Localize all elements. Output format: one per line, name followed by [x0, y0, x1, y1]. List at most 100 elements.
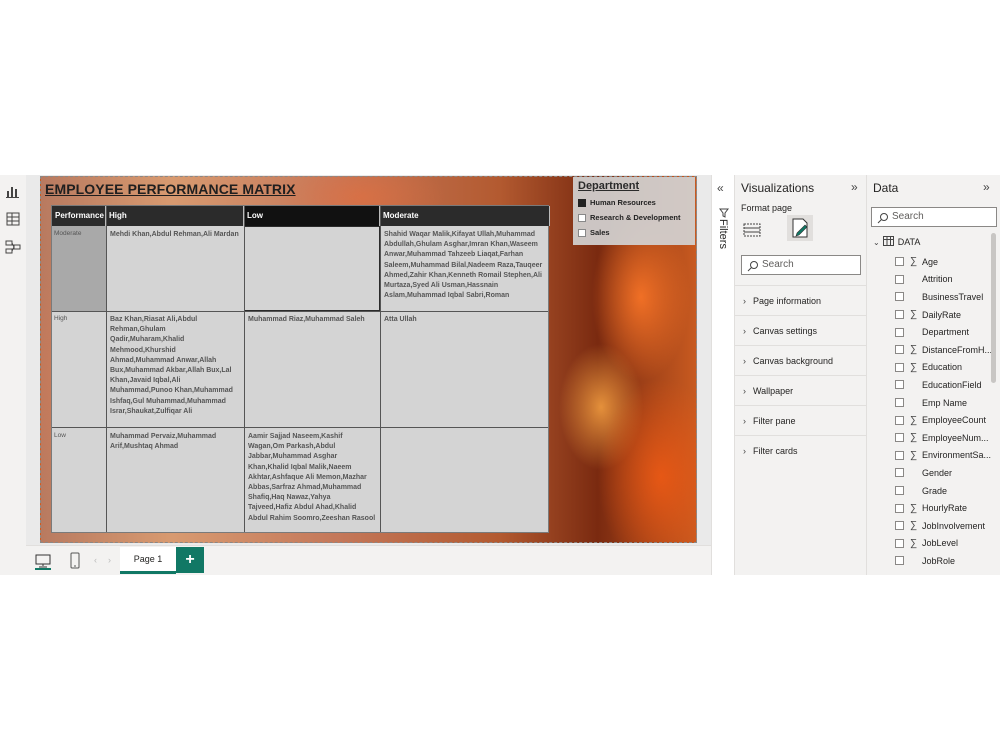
- build-visual-icon[interactable]: [743, 221, 763, 244]
- field-item[interactable]: Gender: [895, 464, 952, 482]
- prev-page-arrow-icon[interactable]: ‹: [94, 555, 97, 565]
- field-label: DailyRate: [922, 309, 962, 320]
- matrix-cell[interactable]: Muhammad Riaz,Muhammad Saleh: [245, 312, 379, 427]
- field-item[interactable]: BusinessTravel: [895, 288, 983, 306]
- slicer-item-human-resources[interactable]: Human Resources: [578, 195, 690, 210]
- matrix-cell[interactable]: Atta Ullah: [381, 312, 549, 427]
- checkbox-icon[interactable]: [895, 521, 904, 531]
- checkbox-icon[interactable]: [895, 503, 904, 513]
- matrix-cell[interactable]: Mehdi Khan,Abdul Rehman,Ali Mardan: [107, 227, 243, 311]
- slicer-item-label: Human Resources: [590, 198, 656, 207]
- format-page-icon[interactable]: [787, 215, 813, 241]
- row-label-moderate[interactable]: Moderate: [52, 228, 83, 239]
- checkbox-icon[interactable]: [895, 380, 904, 390]
- slicer-item-sales[interactable]: Sales: [578, 225, 690, 240]
- field-item[interactable]: EducationField: [895, 376, 982, 394]
- field-item[interactable]: Grade: [895, 482, 947, 500]
- report-page[interactable]: EMPLOYEE PERFORMANCE MATRIX Performance …: [40, 176, 697, 543]
- collapse-chevrons-icon[interactable]: »: [851, 180, 858, 194]
- field-item[interactable]: ∑ DailyRate: [895, 306, 961, 324]
- section-canvas-background[interactable]: › Canvas background: [735, 345, 867, 375]
- tab-page-1[interactable]: Page 1: [120, 547, 176, 574]
- data-search-placeholder: Search: [892, 211, 924, 222]
- field-item[interactable]: ∑ DistanceFromH...: [895, 341, 992, 359]
- checkbox-icon[interactable]: [895, 468, 904, 478]
- matrix-corner-header[interactable]: Performance: [52, 206, 106, 226]
- checkbox-icon[interactable]: [895, 362, 904, 372]
- matrix-cell[interactable]: Muhammad Pervaiz,Muhammad Arif,Mushtaq A…: [107, 429, 243, 533]
- chevron-right-icon: ›: [743, 296, 746, 306]
- data-search-input[interactable]: Search: [871, 207, 997, 227]
- field-item[interactable]: ∑ EmployeeCount: [895, 411, 986, 429]
- matrix-cell[interactable]: Shahid Waqar Malik,Kifayat Ullah,Muhamma…: [381, 227, 549, 311]
- section-page-information[interactable]: › Page information: [735, 285, 867, 315]
- expand-chevrons-icon[interactable]: «: [717, 181, 724, 195]
- filters-pane-collapsed[interactable]: « Filters: [711, 175, 735, 575]
- field-item[interactable]: Attrition: [895, 271, 953, 289]
- checkbox-icon[interactable]: [895, 538, 904, 548]
- field-label: Gender: [922, 467, 953, 478]
- table-data[interactable]: ⌄ DATA: [873, 236, 920, 248]
- checkbox-icon[interactable]: [895, 257, 904, 267]
- desktop-layout-icon[interactable]: [34, 552, 52, 570]
- checkbox-icon[interactable]: [895, 274, 904, 284]
- section-filter-pane[interactable]: › Filter pane: [735, 405, 867, 435]
- data-pane-scrollbar[interactable]: [991, 233, 996, 383]
- mobile-layout-icon[interactable]: [66, 552, 84, 570]
- column-header-high[interactable]: High: [106, 206, 244, 226]
- search-icon: [747, 260, 759, 272]
- department-slicer[interactable]: Department Human Resources Research & De…: [573, 177, 695, 245]
- checkbox-icon[interactable]: [895, 486, 904, 496]
- checkbox-icon[interactable]: [895, 450, 904, 460]
- grid-line: [52, 427, 548, 428]
- field-item[interactable]: ∑ EmployeeNum...: [895, 429, 989, 447]
- performance-matrix[interactable]: Performance High Low Moderate Moderate M…: [51, 205, 550, 533]
- field-item[interactable]: ∑ Age: [895, 253, 938, 271]
- chevron-down-icon[interactable]: ⌄: [873, 238, 880, 247]
- checkbox-icon[interactable]: [895, 345, 904, 355]
- section-label: Filter cards: [753, 446, 798, 456]
- filters-label[interactable]: Filters: [717, 219, 729, 249]
- section-filter-cards[interactable]: › Filter cards: [735, 435, 867, 465]
- section-canvas-settings[interactable]: › Canvas settings: [735, 315, 867, 345]
- section-wallpaper[interactable]: › Wallpaper: [735, 375, 867, 405]
- add-page-button[interactable]: +: [176, 547, 204, 573]
- slicer-item-research-development[interactable]: Research & Development: [578, 210, 690, 225]
- checkbox-icon[interactable]: [578, 228, 586, 237]
- checkbox-icon[interactable]: [895, 292, 904, 302]
- field-item[interactable]: ∑ Education: [895, 359, 962, 377]
- page-tab-bar: ‹ › Page 1 +: [26, 545, 711, 575]
- field-item[interactable]: ∑ HourlyRate: [895, 499, 967, 517]
- matrix-cell[interactable]: [245, 227, 379, 311]
- column-header-moderate[interactable]: Moderate: [380, 206, 550, 226]
- matrix-cell[interactable]: [381, 429, 549, 533]
- checkbox-icon[interactable]: [895, 327, 904, 337]
- checkbox-icon[interactable]: [895, 415, 904, 425]
- table-view-icon[interactable]: [5, 211, 21, 227]
- checkbox-icon[interactable]: [578, 213, 586, 222]
- field-item[interactable]: Emp Name: [895, 394, 967, 412]
- visualizations-pane: Visualizations » Format page Search › Pag…: [735, 175, 867, 575]
- matrix-cell[interactable]: Baz Khan,Riasat Ali,Abdul Rehman,Ghulam …: [107, 312, 243, 427]
- viz-search-input[interactable]: Search: [741, 255, 861, 275]
- field-item[interactable]: JobRole: [895, 552, 955, 570]
- row-label-low[interactable]: Low: [52, 430, 68, 441]
- collapse-chevrons-icon[interactable]: »: [983, 180, 990, 194]
- checkbox-icon[interactable]: [895, 433, 904, 443]
- matrix-cell[interactable]: Aamir Sajjad Naseem,Kashif Wagan,Om Park…: [245, 429, 379, 533]
- slicer-item-label: Sales: [590, 228, 610, 237]
- report-view-icon[interactable]: [5, 183, 21, 199]
- model-view-icon[interactable]: [5, 239, 21, 255]
- checkbox-icon[interactable]: [895, 310, 904, 320]
- row-label-high[interactable]: High: [52, 313, 69, 324]
- field-item[interactable]: ∑ EnvironmentSa...: [895, 447, 991, 465]
- field-item[interactable]: ∑ JobLevel: [895, 535, 958, 553]
- column-header-low[interactable]: Low: [244, 206, 380, 226]
- field-label: HourlyRate: [922, 503, 968, 514]
- next-page-arrow-icon[interactable]: ›: [108, 555, 111, 565]
- checkbox-icon[interactable]: [895, 556, 904, 566]
- field-item[interactable]: Department: [895, 323, 969, 341]
- field-item[interactable]: ∑ JobInvolvement: [895, 517, 985, 535]
- checkbox-checked-icon[interactable]: [578, 198, 586, 207]
- checkbox-icon[interactable]: [895, 398, 904, 408]
